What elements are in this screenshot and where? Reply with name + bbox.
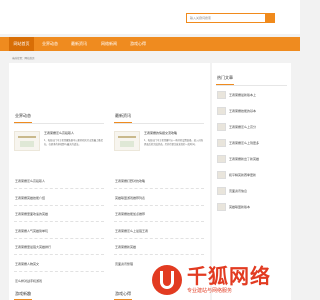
section-rule	[14, 123, 104, 124]
watermark-subtitle: 专业建站与网络服务	[187, 288, 233, 294]
hot-thumbnail[interactable]	[217, 187, 226, 195]
featured-summary: 1、每局出门可王者荣耀可以一些好的设置装备，进入对局界面后的完成状态，另外也要注…	[144, 139, 203, 147]
breadcrumb: 当前位置：网站首页	[12, 57, 35, 60]
list-item[interactable]: 王者荣耀怎么高段职人	[15, 179, 45, 183]
featured-title[interactable]: 王者荣耀怎么高段职人	[44, 131, 74, 135]
nav-item-news[interactable]: 网络新闻	[97, 37, 121, 51]
hot-thumbnail[interactable]	[217, 107, 226, 115]
search-button[interactable]	[266, 13, 275, 23]
nav-item-latest[interactable]: 最新资讯	[67, 37, 91, 51]
divider	[14, 205, 104, 206]
hot-article[interactable]: 王者荣耀怎么上高分	[229, 125, 256, 129]
nav-item-industry[interactable]: 业界动态	[38, 37, 62, 51]
section-title-tips: 游戏心得	[115, 291, 131, 296]
featured-summary: 1、每局出门可王者荣耀装备可以更好相关打击到最上推起在，在更多的多视野与最关的战…	[44, 139, 103, 147]
list-item[interactable]: 英雄联盟游戏推荐列表	[115, 196, 145, 200]
section-title-games: 游戏新趣	[15, 291, 31, 296]
fox-logo-icon	[152, 265, 182, 295]
list-item[interactable]: 怎么样对战手机游戏	[15, 279, 42, 283]
divider	[14, 254, 104, 255]
page: 输入关键词搜索 网站首页 业界动态 最新资讯 网络新闻 游戏心得 当前位置：网站…	[0, 0, 300, 300]
main-nav: 网站首页 业界动态 最新资讯 网络新闻 游戏心得	[0, 37, 300, 51]
divider	[14, 271, 104, 272]
list-item[interactable]: 王者荣耀人气英雄简单玩	[15, 229, 48, 233]
featured-thumbnail[interactable]	[14, 131, 40, 151]
list-item[interactable]: 王者荣耀里面攻速的英雄	[15, 212, 48, 216]
list-item[interactable]: 王者荣耀英雄技能介绍	[15, 196, 45, 200]
nav-item-home[interactable]: 网站首页	[9, 37, 34, 51]
list-item[interactable]: 王者荣耀里最强大英雄排行	[15, 245, 51, 249]
hot-article[interactable]: 王者荣耀技能的基本	[229, 109, 256, 113]
hot-thumbnail[interactable]	[217, 171, 226, 179]
header-bar: 输入关键词搜索	[0, 0, 300, 34]
list-item[interactable]: 王者荣耀人物英文	[15, 262, 39, 266]
divider	[14, 238, 104, 239]
watermark-brand: 千狐网络	[187, 264, 271, 288]
section-title-industry: 业界动态	[15, 113, 31, 118]
featured-thumbnail[interactable]	[114, 131, 140, 151]
hot-article[interactable]: 王者荣耀最新版本上	[229, 93, 256, 97]
hot-article[interactable]: 英雄联盟新版本	[229, 205, 250, 209]
list-item[interactable]: 王者荣耀技能加点推荐	[115, 212, 145, 216]
divider	[14, 221, 104, 222]
list-item[interactable]: 王者荣耀怎么上最强王者	[115, 229, 148, 233]
list-item[interactable]: 王者荣耀新英雄	[115, 245, 136, 249]
list-item[interactable]: 王者荣耀打野对抗攻略	[115, 179, 145, 183]
hot-thumbnail[interactable]	[217, 123, 226, 131]
nav-item-tips[interactable]: 游戏心得	[126, 37, 150, 51]
section-title-latest: 最新资讯	[115, 113, 131, 118]
hot-article[interactable]: 和平精英新赛季更新	[229, 173, 256, 177]
divider	[114, 221, 204, 222]
search-input[interactable]: 输入关键词搜索	[186, 13, 266, 23]
divider	[114, 188, 204, 189]
sidebar-title: 热门文章	[217, 75, 233, 80]
hot-thumbnail[interactable]	[217, 139, 226, 147]
section-rule	[216, 85, 287, 86]
divider	[114, 254, 204, 255]
watermark: 千狐网络 专业建站与网络服务	[152, 265, 297, 295]
hot-thumbnail[interactable]	[217, 155, 226, 163]
hot-article[interactable]: 王者荣耀怎么上到更多	[229, 141, 259, 145]
divider	[14, 188, 104, 189]
divider	[114, 238, 204, 239]
hot-article[interactable]: 页面资讯信息	[229, 189, 247, 193]
featured-title[interactable]: 王者荣耀的情报交流攻略	[144, 131, 177, 135]
hot-article[interactable]: 王者荣耀新出了新英雄	[229, 157, 259, 161]
hot-thumbnail[interactable]	[217, 91, 226, 99]
list-item[interactable]: 页面资讯整理	[115, 262, 133, 266]
section-rule	[114, 123, 204, 124]
divider	[114, 205, 204, 206]
hot-thumbnail[interactable]	[217, 203, 226, 211]
